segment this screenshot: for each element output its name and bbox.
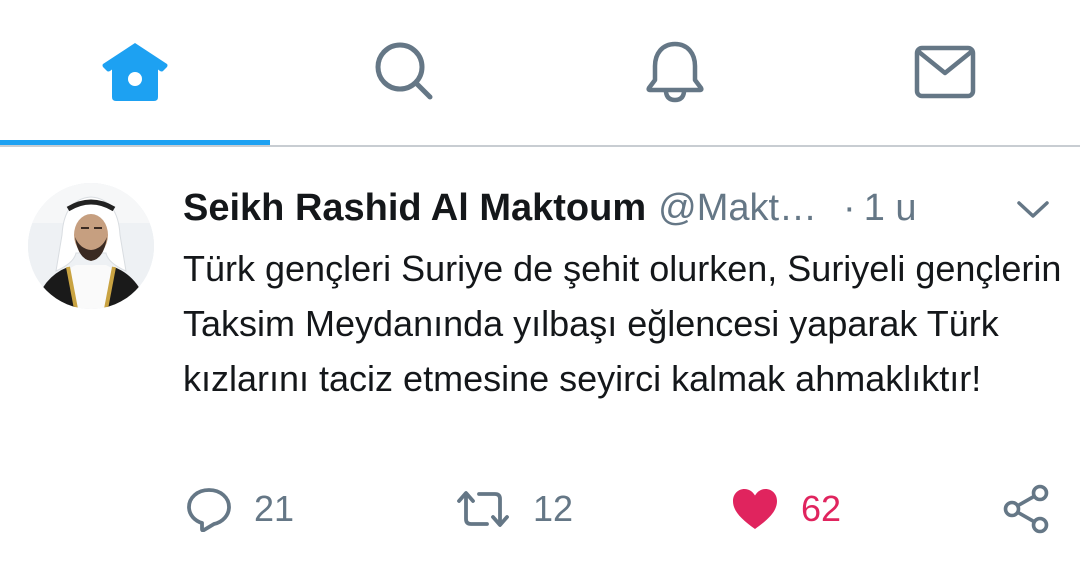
avatar-image [28, 183, 154, 309]
share-button[interactable] [1000, 484, 1052, 534]
tab-notifications[interactable] [540, 0, 810, 144]
tweet-header: Seikh Rashid Al Maktoum @Makt… · 1 u [183, 183, 983, 233]
tab-bar [0, 0, 1080, 148]
mail-icon [914, 45, 976, 99]
home-icon [102, 43, 168, 101]
like-button[interactable]: 62 [731, 485, 841, 533]
tweet-text: Türk gençleri Suriye de şehit olurken, S… [183, 248, 1062, 399]
search-icon [375, 42, 433, 100]
separator-dot: · [843, 187, 856, 229]
like-count: 62 [801, 488, 842, 529]
reply-count: 21 [254, 488, 295, 529]
reply-button[interactable]: 21 [186, 485, 294, 533]
reply-icon [187, 488, 231, 532]
user-handle[interactable]: @Makt… [658, 187, 817, 229]
heart-icon [733, 489, 777, 529]
avatar[interactable] [28, 183, 154, 309]
retweet-icon [457, 491, 509, 527]
timestamp[interactable]: 1 u [864, 187, 917, 229]
tab-messages[interactable] [810, 0, 1080, 144]
retweet-count: 12 [533, 488, 574, 529]
tab-search[interactable] [270, 0, 540, 144]
tweet[interactable]: Seikh Rashid Al Maktoum @Makt… · 1 u Türk g… [0, 147, 1080, 570]
share-icon [1003, 484, 1049, 534]
display-name[interactable]: Seikh Rashid Al Maktoum [183, 187, 646, 229]
chevron-down-icon[interactable] [1013, 195, 1053, 223]
bell-icon [646, 41, 704, 103]
tab-home[interactable] [0, 0, 270, 144]
retweet-button[interactable]: 12 [455, 485, 573, 533]
twitter-screen: Seikh Rashid Al Maktoum @Makt… · 1 u Türk g… [0, 0, 1080, 570]
